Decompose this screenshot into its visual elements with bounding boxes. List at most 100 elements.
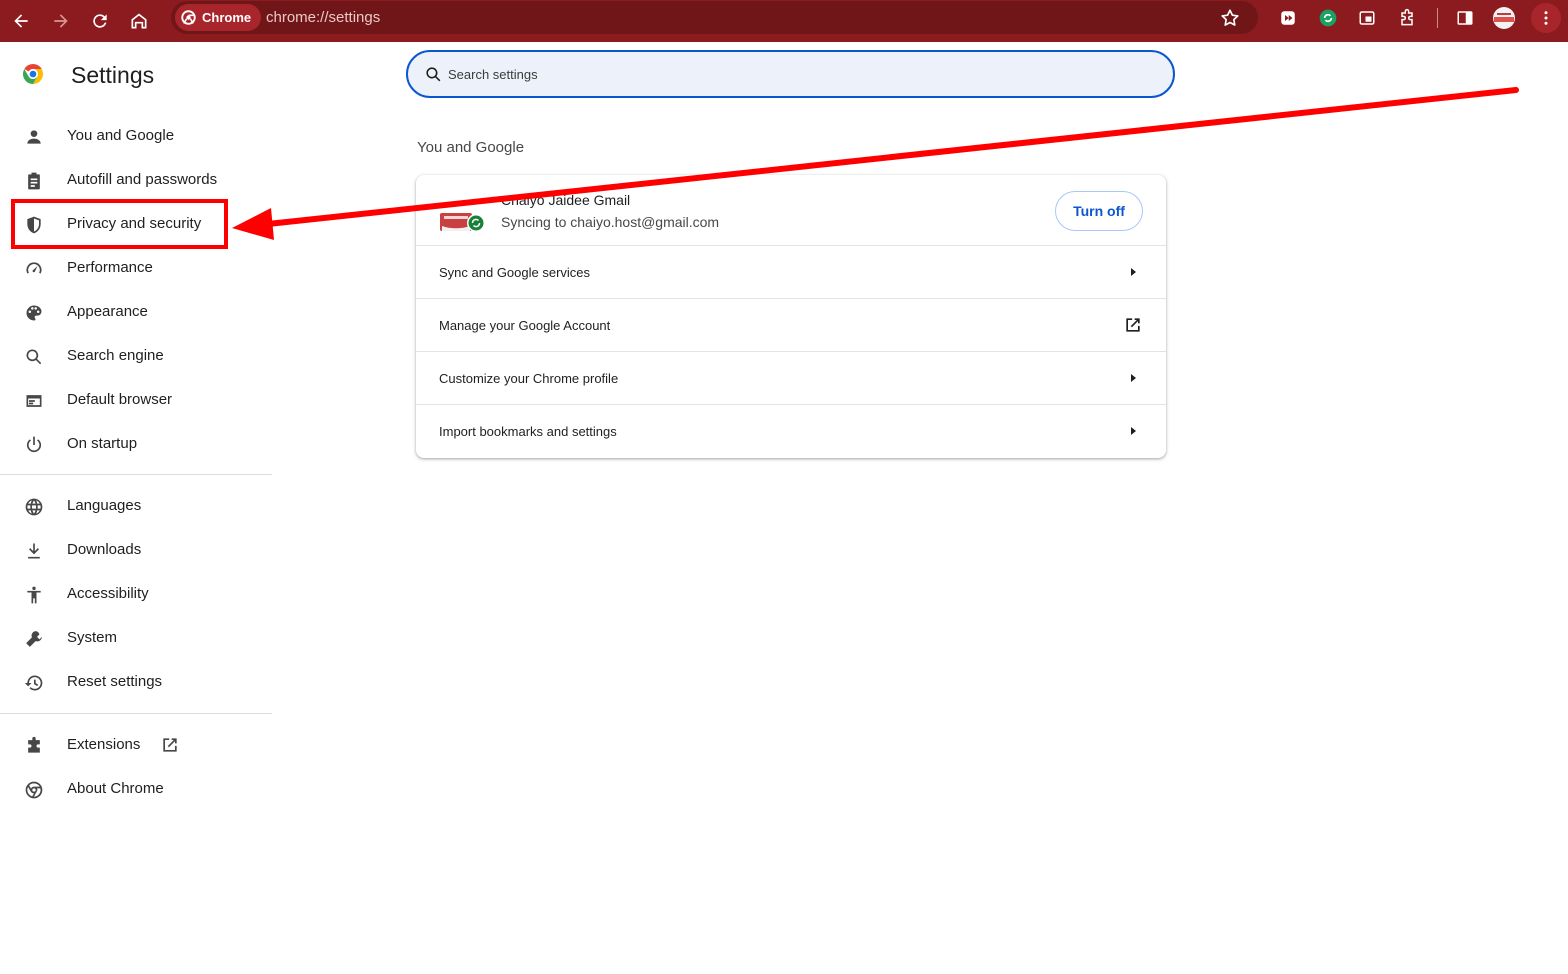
chrome-outline-icon [23,779,45,801]
bookmark-star-icon[interactable] [1219,7,1241,29]
person-icon [23,126,45,148]
forward-arrow-icon [54,14,68,28]
arrow-right-icon [1123,262,1143,282]
puzzle-icon [23,735,45,757]
wrench-icon [23,628,45,650]
chrome-logo-icon [181,10,196,25]
side-panel-button[interactable] [1453,6,1477,30]
back-button[interactable] [4,4,38,38]
you-and-google-card: Chaiyo Jaidee Gmail Syncing to chaiyo.ho… [416,175,1166,458]
row-import-bookmarks[interactable]: Import bookmarks and settings [416,405,1166,458]
palette-icon [23,302,45,324]
url-text: chrome://settings [266,9,381,26]
sidebar-item-downloads[interactable]: Downloads [0,530,272,570]
reload-icon [93,14,107,28]
chrome-settings-page: Chrome chrome://settings Settings You an… [0,0,1568,974]
sidebar-item-label: About Chrome [67,780,164,797]
search-field[interactable] [406,50,1175,98]
accessibility-icon [23,584,45,606]
toolbar-separator [1437,8,1438,28]
sidebar-item-label: Performance [67,259,153,276]
sidebar-item-autofill[interactable]: Autofill and passwords [0,160,272,200]
sidebar-item-label: Search engine [67,347,164,364]
puzzle-icon [1401,8,1413,26]
row-label: Manage your Google Account [439,318,611,333]
media-extension-icon [1281,11,1295,25]
sidebar-item-appearance[interactable]: Appearance [0,292,272,332]
external-link-icon [1123,315,1143,335]
sidebar-divider [0,474,272,475]
menu-button[interactable] [1531,3,1561,33]
search-input[interactable] [448,64,1128,84]
row-label: Customize your Chrome profile [439,371,619,386]
home-button[interactable] [122,4,156,38]
sidebar-item-you-and-google[interactable]: You and Google [0,116,272,156]
forward-button[interactable] [44,4,78,38]
annotation-highlight-box [11,199,228,249]
sidebar-item-languages[interactable]: Languages [0,486,272,526]
speedometer-icon [23,258,45,280]
sidebar-item-label: Default browser [67,391,173,408]
extension-media-icon[interactable] [1276,6,1300,30]
sidebar-item-system[interactable]: System [0,618,272,658]
profile-row: Chaiyo Jaidee Gmail Syncing to chaiyo.ho… [416,175,1166,246]
external-link-icon [160,735,180,755]
turn-off-sync-button[interactable]: Turn off [1055,191,1143,231]
search-icon [23,346,45,368]
row-label: Sync and Google services [439,265,591,280]
sidebar-item-label: Autofill and passwords [67,171,218,188]
sidebar-item-accessibility[interactable]: Accessibility [0,574,272,614]
back-arrow-icon [14,14,28,28]
extensions-puzzle-button[interactable] [1395,6,1419,30]
row-customize-chrome-profile[interactable]: Customize your Chrome profile [416,352,1166,405]
sidebar-item-label: Reset settings [67,673,163,690]
sidebar-item-label: Languages [67,497,142,514]
side-panel-icon [1457,11,1473,25]
power-icon [23,434,45,456]
arrow-right-icon [1123,421,1143,441]
account-avatar [440,213,484,232]
sidebar-item-default-browser[interactable]: Default browser [0,380,272,420]
profile-avatar-icon [1493,7,1515,29]
search-icon [426,67,441,82]
sidebar-item-performance[interactable]: Performance [0,248,272,288]
profile-name: Chaiyo Jaidee Gmail [501,192,631,208]
sidebar-item-extensions[interactable]: Extensions [0,725,272,765]
sidebar-item-about-chrome[interactable]: About Chrome [0,769,272,809]
download-icon [23,540,45,562]
profile-avatar-button[interactable] [1492,6,1516,30]
chrome-chip-label: Chrome [202,10,252,25]
page-title: Settings [71,62,155,88]
chrome-chip[interactable]: Chrome [175,4,262,31]
sidebar-item-label: You and Google [67,127,175,144]
window-extension-icon [1359,11,1375,25]
reload-button[interactable] [83,4,117,38]
sidebar-item-label: Downloads [67,541,142,558]
sidebar-item-search-engine[interactable]: Search engine [0,336,272,376]
sidebar-divider [0,713,272,714]
sidebar-item-reset-settings[interactable]: Reset settings [0,662,272,702]
row-label: Import bookmarks and settings [439,424,617,439]
sidebar-item-label: Extensions [67,736,141,753]
sidebar-item-on-startup[interactable]: On startup [0,424,272,464]
chrome-logo-icon [23,64,43,84]
sidebar-item-label: Appearance [67,303,148,320]
clipboard-icon [23,170,45,192]
row-sync-and-google-services[interactable]: Sync and Google services [416,246,1166,299]
arrow-right-icon [1123,368,1143,388]
sync-status-text: Syncing to chaiyo.host@gmail.com [501,214,720,230]
globe-icon [23,496,45,518]
address-bar[interactable]: Chrome chrome://settings [171,1,1258,34]
sidebar-item-label: On startup [67,435,138,452]
extension-sync-icon[interactable] [1316,6,1340,30]
extension-window-icon[interactable] [1355,6,1379,30]
green-circle-extension-icon [1319,9,1337,27]
history-icon [23,672,45,694]
kebab-menu-icon [1544,11,1548,25]
row-manage-google-account[interactable]: Manage your Google Account [416,299,1166,352]
browser-toolbar: Chrome chrome://settings [0,0,1568,42]
sidebar-item-label: Accessibility [67,585,149,602]
section-heading: You and Google [417,139,525,156]
browser-window-icon [23,390,45,412]
sidebar-item-label: System [67,629,118,646]
